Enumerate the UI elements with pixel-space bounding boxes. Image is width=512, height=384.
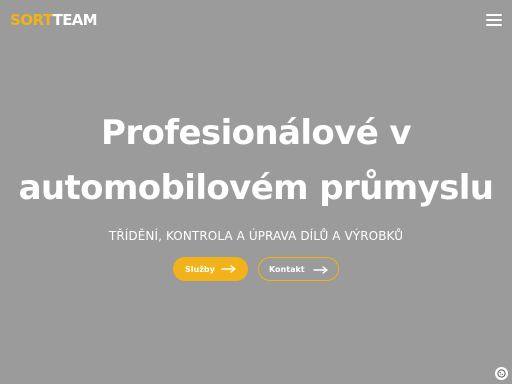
cookie-settings-icon[interactable] <box>495 367 508 380</box>
page: SORT TEAM Profesionálové v automobilovém … <box>0 0 512 384</box>
hero-title-line-1: Profesionálové v <box>101 113 412 153</box>
logo[interactable]: SORT TEAM <box>10 11 98 29</box>
menu-bar <box>486 24 502 26</box>
contact-button-label: Kontakt <box>269 264 305 274</box>
hero-title: Profesionálové v automobilovém průmyslu <box>0 106 512 216</box>
contact-button[interactable]: Kontakt <box>258 257 339 281</box>
services-button[interactable]: Služby <box>173 257 248 281</box>
arrow-right-icon <box>313 266 328 274</box>
menu-bar <box>486 19 502 21</box>
arrow-right-icon <box>221 265 236 273</box>
hamburger-icon[interactable] <box>486 13 502 27</box>
hero-title-line-2: automobilovém průmyslu <box>18 168 494 208</box>
cookie-icon <box>497 369 506 378</box>
logo-team-text: TEAM <box>52 11 98 29</box>
services-button-label: Služby <box>185 264 215 274</box>
logo-sort-text: SORT <box>10 11 53 29</box>
menu-bar <box>486 14 502 16</box>
hero-subtitle: TŘÍDĚNÍ, KONTROLA A ÚPRAVA DÍLŮ A VÝROBK… <box>108 229 404 243</box>
